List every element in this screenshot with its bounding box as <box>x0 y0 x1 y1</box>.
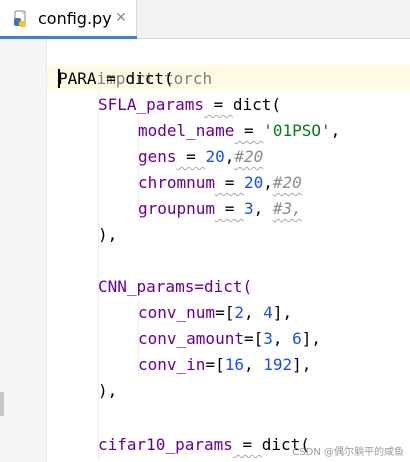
cifar10-params-key: cifar10_params <box>98 435 233 454</box>
code-line-1: import torch <box>58 40 213 88</box>
comma: , <box>272 329 293 348</box>
code-line-14: cifar10_params = dict( <box>98 432 310 458</box>
conv-num-value-1: 2 <box>234 303 244 322</box>
code-line-3: SFLA_params = dict( <box>98 92 281 118</box>
list-open: =[ <box>205 355 225 374</box>
editor-tab-bar: config.py ✕ <box>0 0 410 39</box>
code-line-13: ), <box>98 378 117 404</box>
text-caret <box>58 69 60 88</box>
list-close: ], <box>301 329 322 348</box>
scrollbar-thumb[interactable] <box>0 392 4 416</box>
gens-key: gens <box>138 147 177 166</box>
comma: , <box>224 147 235 166</box>
closing-paren: ), <box>98 381 118 400</box>
code-line-10: conv_num=[2, 4], <box>138 300 292 326</box>
conv-num-key: conv_num <box>138 303 216 322</box>
chromnum-comment: #20 <box>272 173 302 192</box>
dict-call: dict( <box>125 69 174 88</box>
comma: , <box>243 355 264 374</box>
code-line-11: conv_amount=[3, 6], <box>138 326 321 352</box>
gens-value: 20 <box>205 147 225 166</box>
comma: , <box>243 303 264 322</box>
groupnum-comment: #3, <box>272 199 302 218</box>
gens-comment: #20 <box>234 147 264 166</box>
watermark: CSDN @偶尔躺平的咸鱼 <box>292 447 404 458</box>
conv-in-key: conv_in <box>138 355 206 374</box>
chromnum-value: 20 <box>243 173 264 192</box>
list-open: =[ <box>243 329 264 348</box>
list-close: ], <box>272 303 293 322</box>
assign-op: = <box>96 69 126 88</box>
chromnum-key: chromnum <box>138 173 216 192</box>
para-name: PARA <box>58 69 97 88</box>
conv-in-value-2: 192 <box>263 355 293 374</box>
code-line-6: chromnum = 20,#20 <box>138 170 302 196</box>
groupnum-key: groupnum <box>138 199 216 218</box>
groupnum-value: 3 <box>243 199 254 218</box>
gutter-divider <box>46 39 47 462</box>
assign-op: = <box>215 173 244 192</box>
code-line-7: groupnum = 3, #3, <box>138 196 302 222</box>
code-line-2: PARA = dict( <box>58 66 174 92</box>
tab-label: config.py <box>38 9 112 28</box>
assign-op: = <box>203 95 233 114</box>
sfla-params-key: SFLA_params <box>98 95 204 114</box>
close-icon[interactable]: ✕ <box>113 9 129 27</box>
conv-amount-key: conv_amount <box>138 329 244 348</box>
code-line-8: ), <box>98 222 117 248</box>
comma: , <box>263 173 273 192</box>
code-line-12: conv_in=[16, 192], <box>138 352 311 378</box>
assign-op: = <box>215 199 244 218</box>
model-name-key: model_name <box>138 121 235 140</box>
conv-in-value-1: 16 <box>224 355 244 374</box>
code-line-5: gens = 20,#20 <box>138 144 263 170</box>
assign-op: = <box>232 435 262 454</box>
model-name-value: '01PSO' <box>263 121 331 140</box>
assign-op: = <box>176 147 206 166</box>
code-line-4: model_name = '01PSO', <box>138 118 340 144</box>
code-line-9: CNN_params=dict( <box>98 274 252 300</box>
comma: , <box>253 199 273 218</box>
python-file-icon <box>14 10 26 27</box>
assign-op: = <box>234 121 264 140</box>
cnn-params-line: CNN_params=dict( <box>98 277 253 296</box>
comma: , <box>330 121 341 140</box>
conv-num-value-2: 4 <box>263 303 273 322</box>
dict-call: dict( <box>232 95 282 114</box>
closing-paren: ), <box>98 225 118 244</box>
editor-gutter <box>0 39 46 462</box>
tab-config-py[interactable]: config.py ✕ <box>0 0 137 39</box>
conv-amount-value-2: 6 <box>292 329 302 348</box>
list-close: ], <box>292 355 312 374</box>
conv-amount-value-1: 3 <box>263 329 273 348</box>
list-open: =[ <box>215 303 235 322</box>
